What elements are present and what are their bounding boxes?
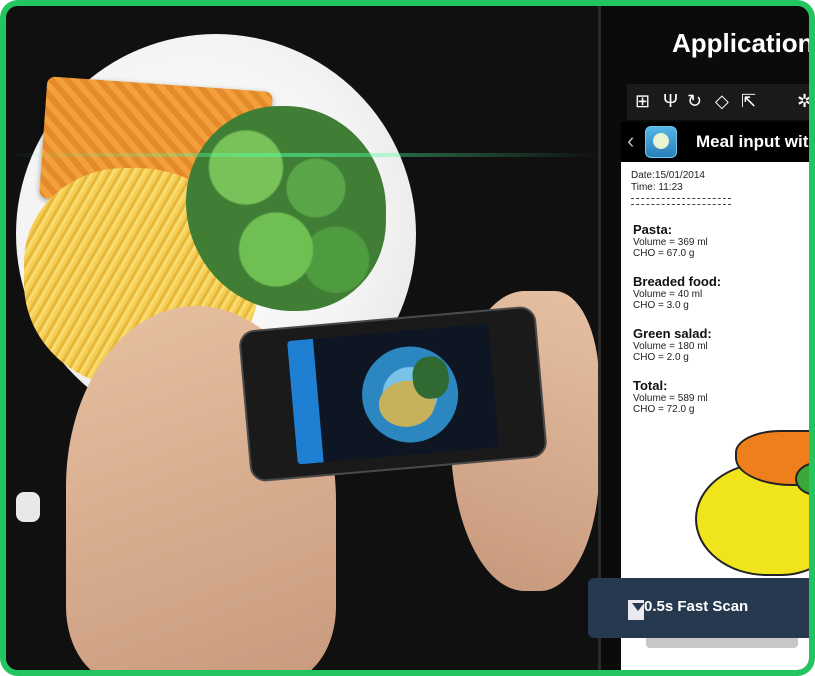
camera-scene (6, 6, 599, 670)
app-logo-icon (645, 126, 677, 158)
bluetooth-icon: ✲ (797, 91, 813, 111)
food-item-breaded: Breaded food: Volume = 40 ml CHO = 3.0 g (633, 274, 721, 311)
phone-screen (286, 323, 500, 465)
item-volume: Volume = 40 ml (633, 289, 703, 300)
item-volume: Volume = 369 ml (633, 237, 708, 248)
share-icon: ⇱ (741, 91, 757, 111)
application-panel: Application ⊞ Ψ ↻ ◇ ⇱ ✲ ‹ Meal input wit… (601, 6, 814, 670)
sync-icon: ↻ (687, 91, 703, 111)
item-cho: CHO = 72.0 g (633, 404, 695, 415)
plus-icon: ⊞ (635, 91, 651, 111)
item-name: Breaded food: (633, 274, 722, 289)
item-cho: CHO = 2.0 g (633, 352, 689, 363)
header-title: Meal input wit (696, 132, 809, 151)
item-volume: Volume = 180 ml (633, 341, 708, 352)
item-cho: CHO = 3.0 g (633, 300, 689, 311)
bottom-button[interactable] (646, 638, 798, 648)
smartphone (237, 305, 549, 483)
bolt-icon (628, 600, 644, 620)
item-volume: Volume = 589 ml (633, 393, 708, 404)
report-date: Date:15/01/2014 (631, 170, 705, 181)
app-title: Application (672, 28, 814, 58)
back-chevron-icon[interactable]: ‹ (627, 128, 634, 154)
fast-scan-banner: 0.5s Fast Scan (588, 578, 809, 638)
item-cho: CHO = 67.0 g (633, 248, 695, 259)
scan-line (6, 153, 598, 157)
bottle-cap (16, 492, 40, 522)
item-name: Pasta: (633, 222, 673, 237)
status-bar: ⊞ Ψ ↻ ◇ ⇱ ✲ (627, 84, 813, 120)
food-item-total: Total: Volume = 589 ml CHO = 72.0 g (633, 378, 708, 415)
separator (631, 198, 731, 199)
video-frame: Application ⊞ Ψ ↻ ◇ ⇱ ✲ ‹ Meal input wit… (0, 0, 815, 676)
food-item-pasta: Pasta: Volume = 369 ml CHO = 67.0 g (633, 222, 708, 259)
report-meta: Date:15/01/2014 Time: 11:23 (631, 170, 705, 194)
item-name: Green salad: (633, 326, 712, 341)
app-header: ‹ Meal input wit (621, 122, 809, 162)
wifi-icon: ◇ (715, 91, 729, 111)
usb-icon: Ψ (663, 91, 679, 111)
fast-scan-label: 0.5s Fast Scan (644, 598, 749, 615)
phone-app-bar (286, 338, 324, 465)
item-name: Total: (633, 378, 668, 393)
food-item-salad: Green salad: Volume = 180 ml CHO = 2.0 g (633, 326, 712, 363)
separator (631, 204, 731, 205)
report-time: Time: 11:23 (631, 182, 683, 193)
